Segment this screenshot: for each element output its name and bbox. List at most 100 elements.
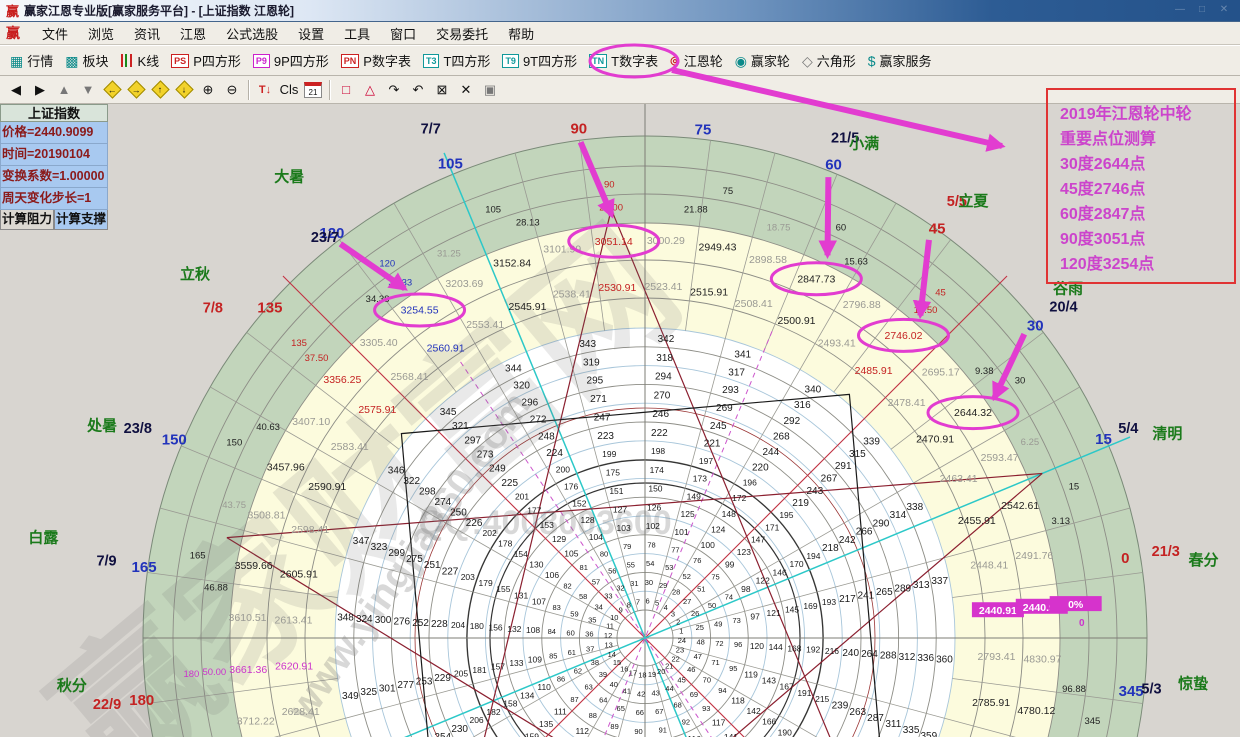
svg-text:66: 66 xyxy=(636,708,644,717)
delete-box-icon[interactable]: ⊠ xyxy=(430,79,454,101)
svg-text:70: 70 xyxy=(703,675,711,684)
svg-text:225: 225 xyxy=(501,478,518,489)
svg-text:239: 239 xyxy=(832,701,849,712)
svg-text:3152.84: 3152.84 xyxy=(493,258,531,270)
next-icon[interactable]: ▶ xyxy=(28,79,52,101)
svg-text:10: 10 xyxy=(610,613,618,622)
menu-item-公式选股[interactable]: 公式选股 xyxy=(216,22,288,45)
svg-text:291: 291 xyxy=(835,461,852,472)
toolbar-button-行情[interactable]: ▦行情 xyxy=(4,49,59,72)
svg-text:2440.91: 2440.91 xyxy=(979,605,1017,617)
svg-text:47: 47 xyxy=(694,652,702,661)
pan-down-icon[interactable]: ↓ xyxy=(172,79,196,101)
toolbar-button-江恩轮[interactable]: ◎江恩轮 xyxy=(664,49,729,72)
square-tool-icon[interactable]: □ xyxy=(334,79,358,101)
triangle-tool-icon[interactable]: △ xyxy=(358,79,382,101)
cross-tool-icon[interactable]: ✕ xyxy=(454,79,478,101)
toolbar-button-板块[interactable]: ▩板块 xyxy=(59,49,114,72)
up-step-icon[interactable]: ▲ xyxy=(52,79,76,101)
prev-icon[interactable]: ◀ xyxy=(4,79,28,101)
svg-text:5/3: 5/3 xyxy=(1141,682,1161,698)
menu-item-帮助[interactable]: 帮助 xyxy=(498,22,544,45)
select-box-icon[interactable]: ▣ xyxy=(478,79,502,101)
zoom-out-icon[interactable]: ⊖ xyxy=(220,79,244,101)
toolbar-button-9P四方形[interactable]: P99P四方形 xyxy=(247,49,335,72)
svg-text:5/4: 5/4 xyxy=(1118,421,1138,437)
toolbar-label: T四方形 xyxy=(443,51,490,70)
svg-text:201: 201 xyxy=(515,492,529,502)
svg-text:小满: 小满 xyxy=(849,135,879,153)
svg-text:194: 194 xyxy=(806,551,820,561)
svg-text:32: 32 xyxy=(616,583,624,592)
toolbar-button-T四方形[interactable]: T3T四方形 xyxy=(417,49,496,72)
svg-text:春分: 春分 xyxy=(1189,551,1219,569)
toolbar-button-六角形[interactable]: ◇六角形 xyxy=(796,49,862,72)
svg-text:60: 60 xyxy=(836,223,847,234)
svg-text:312: 312 xyxy=(899,652,916,663)
toolbar-label: 六角形 xyxy=(817,51,856,70)
svg-text:42: 42 xyxy=(637,689,645,698)
svg-text:271: 271 xyxy=(590,394,607,405)
pan-right-icon[interactable]: → xyxy=(124,79,148,101)
svg-text:6.25: 6.25 xyxy=(1021,437,1040,448)
svg-text:206: 206 xyxy=(469,715,483,725)
svg-text:342: 342 xyxy=(658,334,675,345)
menu-item-江恩[interactable]: 江恩 xyxy=(170,22,216,45)
instrument-name: 上证指数 xyxy=(0,104,108,122)
minimize-button[interactable]: — xyxy=(1172,3,1188,17)
toolbar-button-K线[interactable]: K线 xyxy=(115,49,166,72)
svg-text:白露: 白露 xyxy=(28,529,59,547)
calendar-icon[interactable]: 21 xyxy=(301,79,325,101)
down-step-icon[interactable]: ▼ xyxy=(76,79,100,101)
pan-up-icon[interactable]: ↑ xyxy=(148,79,172,101)
svg-text:59: 59 xyxy=(570,609,578,618)
svg-text:345: 345 xyxy=(1084,716,1100,727)
toolbar-label: 江恩轮 xyxy=(684,51,723,70)
svg-text:77: 77 xyxy=(671,545,679,554)
menu-item-设置[interactable]: 设置 xyxy=(288,22,334,45)
calc-support-button[interactable]: 计算支撑 xyxy=(54,210,108,230)
menu-item-文件[interactable]: 文件 xyxy=(32,22,78,45)
svg-text:300: 300 xyxy=(375,615,392,626)
rotate-cw-icon[interactable]: ↷ xyxy=(382,79,406,101)
svg-text:41: 41 xyxy=(623,686,631,695)
pan-left-icon[interactable]: ← xyxy=(100,79,124,101)
toolbar-button-赢家服务[interactable]: $赢家服务 xyxy=(862,49,938,72)
menu-item-窗口[interactable]: 窗口 xyxy=(380,22,426,45)
svg-text:134: 134 xyxy=(520,690,534,700)
svg-text:190: 190 xyxy=(778,727,792,737)
svg-text:168: 168 xyxy=(787,643,801,653)
toolbar-label: 行情 xyxy=(27,51,53,70)
svg-text:57: 57 xyxy=(592,577,600,586)
toolbar-button-P四方形[interactable]: PSP四方形 xyxy=(165,49,247,72)
svg-text:4: 4 xyxy=(664,603,668,612)
svg-text:120: 120 xyxy=(379,258,395,269)
menu-item-资讯[interactable]: 资讯 xyxy=(124,22,170,45)
toolbar-button-9T四方形[interactable]: T99T四方形 xyxy=(496,49,583,72)
svg-text:125: 125 xyxy=(681,509,695,519)
toolbar-button-赢家轮[interactable]: ◉赢家轮 xyxy=(729,49,796,72)
zoom-in-icon[interactable]: ⊕ xyxy=(196,79,220,101)
svg-text:229: 229 xyxy=(434,673,451,684)
svg-text:224: 224 xyxy=(546,448,563,459)
svg-text:2: 2 xyxy=(676,617,680,626)
t-down-icon[interactable]: T↓ xyxy=(253,79,277,101)
menu-item-交易委托[interactable]: 交易委托 xyxy=(426,22,498,45)
rotate-ccw-icon[interactable]: ↶ xyxy=(406,79,430,101)
svg-text:21/3: 21/3 xyxy=(1152,544,1180,560)
menu-item-工具[interactable]: 工具 xyxy=(334,22,380,45)
svg-text:222: 222 xyxy=(651,428,668,439)
svg-text:3051.14: 3051.14 xyxy=(595,236,633,248)
calc-resistance-button[interactable]: 计算阻力 xyxy=(0,210,54,230)
toolbar-button-T数字表[interactable]: TNT数字表 xyxy=(583,49,664,72)
svg-text:135: 135 xyxy=(291,338,307,349)
close-button[interactable]: ✕ xyxy=(1216,3,1232,17)
P9-badge-icon: P9 xyxy=(253,54,270,68)
svg-text:179: 179 xyxy=(478,578,492,588)
menu-item-浏览[interactable]: 浏览 xyxy=(78,22,124,45)
svg-text:124: 124 xyxy=(711,524,725,534)
svg-text:228: 228 xyxy=(431,619,448,630)
toolbar-button-P数字表[interactable]: PNP数字表 xyxy=(335,49,417,72)
cls-button[interactable]: Cls xyxy=(277,79,301,101)
maximize-button[interactable]: □ xyxy=(1194,3,1210,17)
